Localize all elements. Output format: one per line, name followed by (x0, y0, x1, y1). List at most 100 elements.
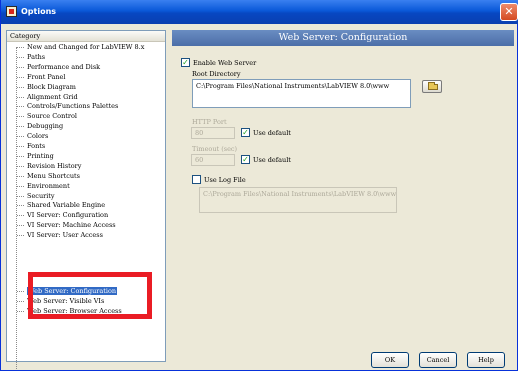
tree-dash (17, 175, 24, 177)
tree-dash (17, 195, 24, 197)
category-item-label: Front Panel (27, 72, 66, 81)
category-item[interactable]: Block Diagram (17, 82, 76, 92)
tree-connector-line (16, 47, 17, 369)
category-item-label: Debugging (27, 122, 64, 131)
category-item[interactable]: Fonts (17, 142, 46, 151)
category-item[interactable]: VI Server: Configuration (17, 211, 109, 220)
root-directory-value: C:\Program Files\National Instruments\La… (196, 82, 390, 90)
category-item[interactable]: Printing (17, 151, 54, 161)
tree-dash (17, 136, 24, 138)
category-item[interactable]: Front Panel (17, 72, 66, 82)
timeout-use-default-checkbox[interactable]: ✓ (241, 155, 250, 164)
cancel-button[interactable]: Cancel (419, 352, 457, 368)
options-app-icon (6, 6, 17, 17)
config-panel: Web Server: Configuration ✓ Enable Web S… (172, 30, 514, 368)
timeout-use-default-label: Use default (253, 156, 291, 164)
tree-dash (17, 165, 24, 167)
category-panel: Category New and Changed for LabVIEW 8.x… (6, 30, 166, 369)
tree-dash (17, 47, 24, 48)
category-item[interactable]: Web Server: Visible VIs (17, 296, 105, 306)
folder-open-icon (428, 82, 438, 90)
category-item-label: Revision History (27, 161, 82, 170)
section-header: Web Server: Configuration (172, 30, 514, 46)
category-item[interactable]: Revision History (17, 161, 82, 171)
tree-dash (17, 86, 24, 88)
category-item-label: Web Server: Browser Access (27, 306, 122, 315)
tree-dash (17, 235, 24, 237)
timeout-label: Timeout (sec) (192, 145, 238, 153)
log-file-path-value: C:\Program Files\National Instruments\La… (203, 190, 397, 198)
title-bar[interactable]: Options ✕ (1, 0, 518, 24)
tree-dash (17, 155, 24, 157)
help-button[interactable]: Help (467, 352, 505, 368)
root-directory-label: Root Directory (192, 70, 241, 78)
category-item[interactable]: New and Changed for LabVIEW 8.x (17, 43, 145, 52)
http-port-label: HTTP Port (192, 118, 227, 126)
tree-dash (17, 291, 24, 292)
category-item[interactable]: Controls/Functions Palettes (17, 102, 119, 111)
timeout-field[interactable]: 60 (191, 154, 235, 166)
category-item[interactable]: VI Server: Machine Access (17, 221, 116, 230)
enable-web-server-label: Enable Web Server (193, 59, 257, 67)
category-item[interactable]: Source Control (17, 112, 77, 121)
category-item-label: Web Server: Configuration (27, 287, 118, 295)
http-port-use-default-checkbox[interactable]: ✓ (241, 128, 250, 137)
category-item[interactable]: Debugging (17, 122, 64, 131)
tree-dash (17, 76, 24, 78)
use-log-file-checkbox[interactable] (192, 175, 201, 184)
category-item-label: New and Changed for LabVIEW 8.x (27, 43, 145, 51)
window-title: Options (21, 7, 57, 16)
category-item-label: Printing (27, 151, 54, 160)
category-item[interactable]: Shared Variable Engine (17, 201, 106, 210)
category-item[interactable]: Alignment Grid (17, 92, 78, 102)
category-item-label: VI Server: Configuration (27, 211, 109, 220)
tree-dash (17, 66, 24, 68)
tree-dash (17, 205, 24, 207)
category-item[interactable]: Web Server: Configuration (17, 287, 118, 296)
tree-dash (17, 185, 24, 187)
category-item-label: VI Server: Machine Access (27, 221, 116, 230)
http-port-field[interactable]: 80 (191, 127, 235, 139)
category-item-label: Block Diagram (27, 82, 76, 91)
timeout-value: 60 (195, 156, 204, 164)
category-item[interactable]: Performance and Disk (17, 62, 101, 72)
category-item-label: VI Server: User Access (27, 231, 103, 240)
tree-dash (17, 215, 24, 217)
category-item-label: Alignment Grid (27, 92, 78, 101)
browse-button[interactable] (422, 80, 442, 93)
close-button[interactable]: ✕ (500, 3, 518, 21)
tree-dash (17, 96, 24, 98)
tree-dash (17, 310, 24, 312)
ok-button[interactable]: OK (371, 352, 409, 368)
tree-dash (17, 126, 24, 128)
tree-dash (17, 116, 24, 118)
category-item-label: Performance and Disk (27, 62, 101, 71)
category-item-label: Colors (27, 132, 49, 141)
category-item[interactable]: Environment (17, 181, 70, 191)
http-port-use-default-label: Use default (253, 129, 291, 137)
tree-dash (17, 56, 24, 58)
category-item-label: Security (27, 191, 55, 200)
options-window: Options ✕ Category New and Changed for L… (0, 0, 518, 371)
enable-web-server-checkbox[interactable]: ✓ (181, 58, 190, 67)
category-item-label: Environment (27, 181, 70, 190)
category-item[interactable]: Paths (17, 52, 46, 62)
tree-dash (17, 106, 24, 108)
category-item[interactable]: VI Server: User Access (17, 231, 103, 240)
category-item-label: Controls/Functions Palettes (27, 102, 119, 111)
tree-dash (17, 146, 24, 147)
category-item[interactable]: Web Server: Browser Access (17, 306, 122, 316)
category-item[interactable]: Colors (17, 132, 49, 141)
log-file-path-field[interactable]: C:\Program Files\National Instruments\La… (199, 187, 397, 213)
category-item-label: Menu Shortcuts (27, 171, 80, 180)
tree-dash (17, 225, 24, 227)
category-item[interactable]: Security (17, 191, 55, 201)
category-header: Category (7, 31, 165, 42)
category-item-label: Web Server: Visible VIs (27, 296, 105, 305)
root-directory-field[interactable]: C:\Program Files\National Instruments\La… (192, 79, 411, 108)
category-item-label: Paths (27, 52, 46, 61)
category-item[interactable]: Menu Shortcuts (17, 171, 80, 181)
category-item-label: Fonts (27, 142, 46, 150)
category-item-label: Shared Variable Engine (27, 201, 106, 210)
tree-dash (17, 300, 24, 302)
